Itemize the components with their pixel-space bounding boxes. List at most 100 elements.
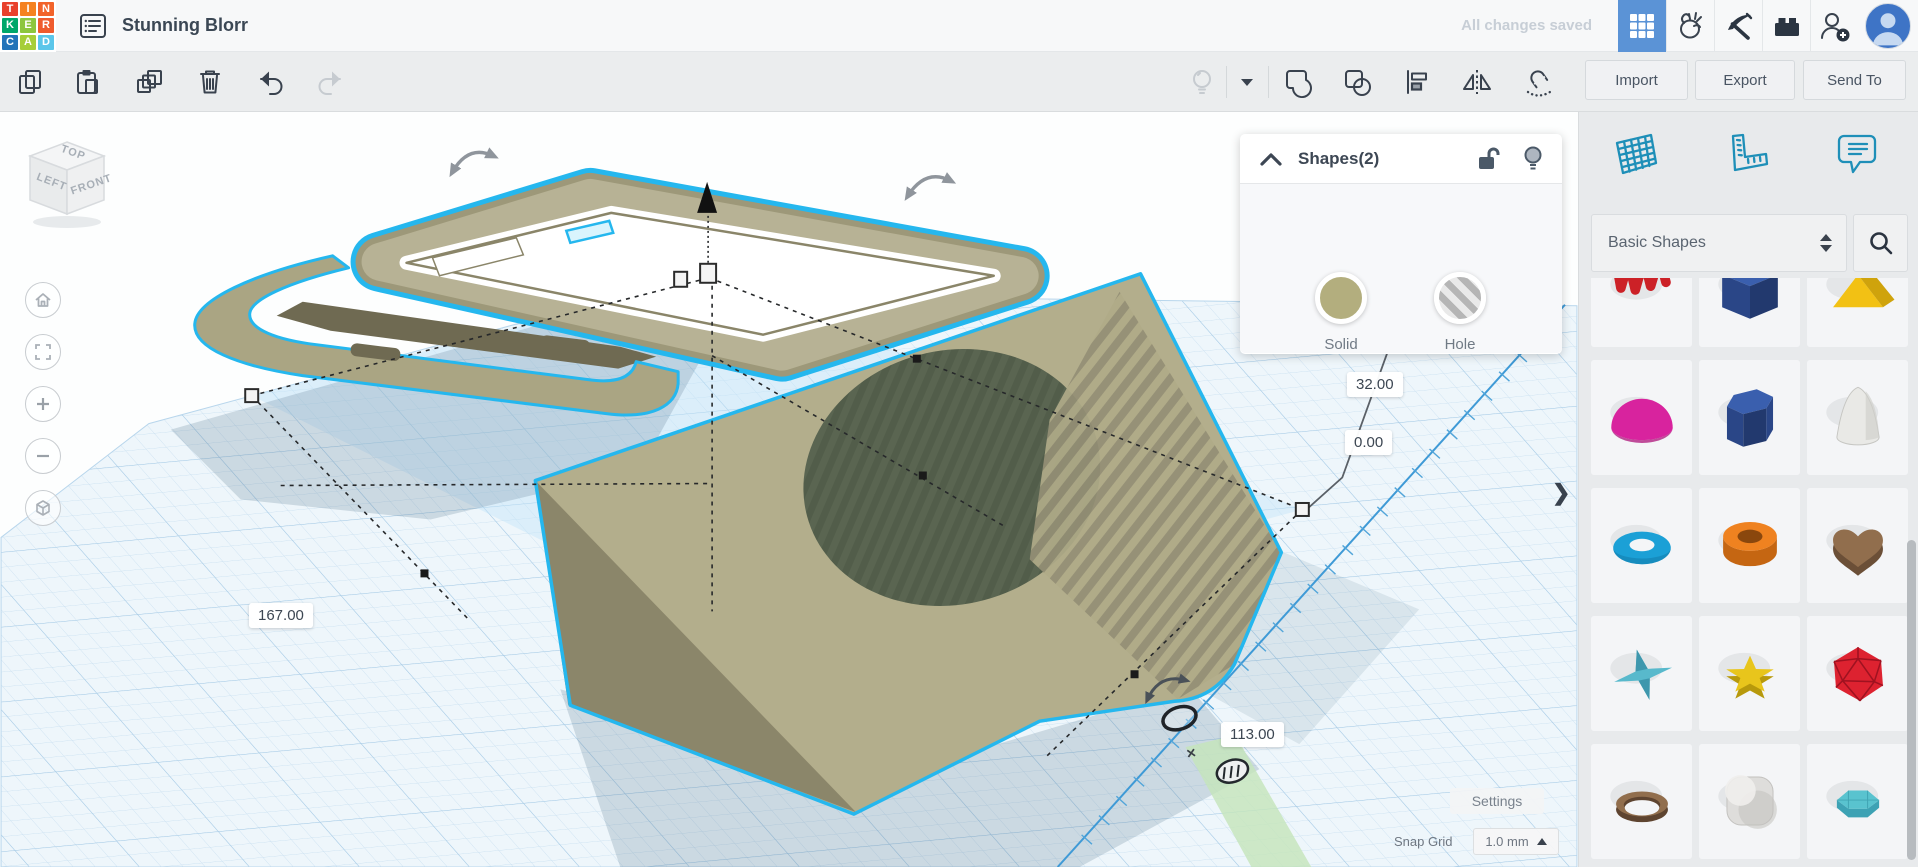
half-sphere-icon bbox=[1594, 370, 1690, 466]
duplicate-button[interactable] bbox=[128, 52, 172, 112]
header: TINKERCAD Stunning Blorr All changes sav… bbox=[0, 0, 1918, 52]
shape-gallery bbox=[1591, 278, 1908, 867]
design-properties-button[interactable] bbox=[70, 0, 116, 52]
star-four-icon bbox=[1594, 626, 1690, 722]
workplane-icon bbox=[1610, 130, 1662, 180]
shape-thumbnail-tube[interactable] bbox=[1699, 488, 1800, 603]
search-shapes-button[interactable] bbox=[1853, 214, 1908, 272]
select-arrows-icon bbox=[1820, 234, 1832, 252]
shape-category-select[interactable]: Basic Shapes bbox=[1591, 214, 1847, 272]
scribble-icon bbox=[1594, 278, 1690, 338]
search-icon bbox=[1868, 230, 1894, 256]
shape-thumbnail-star-four[interactable] bbox=[1591, 616, 1692, 731]
heart-icon bbox=[1810, 498, 1906, 594]
undo-button[interactable] bbox=[249, 52, 293, 112]
workplane-tool[interactable] bbox=[1605, 124, 1667, 186]
notes-icon bbox=[1830, 130, 1882, 180]
shape-thumbnail-heart[interactable] bbox=[1807, 488, 1908, 603]
torus-icon bbox=[1594, 498, 1690, 594]
lightbulb-icon bbox=[1526, 147, 1541, 162]
shape-thumbnail-roof[interactable] bbox=[1807, 278, 1908, 347]
shape-thumbnail-torus[interactable] bbox=[1591, 488, 1692, 603]
hide-button[interactable] bbox=[1522, 145, 1544, 173]
shape-thumbnail-paraboloid[interactable] bbox=[1807, 360, 1908, 475]
home-icon bbox=[36, 294, 50, 306]
tube-icon bbox=[1702, 498, 1798, 594]
zoom-in-button[interactable] bbox=[25, 386, 61, 422]
avatar bbox=[1865, 3, 1911, 49]
notes-tool[interactable] bbox=[1825, 124, 1887, 186]
toolbar: Import Export Send To bbox=[0, 52, 1918, 112]
shape-thumbnail-dice[interactable] bbox=[1699, 744, 1800, 859]
shape-thumbnail-star[interactable] bbox=[1699, 616, 1800, 731]
gem-icon bbox=[1810, 754, 1906, 850]
sidebar-scrollbar[interactable] bbox=[1907, 540, 1916, 860]
view-cube[interactable]: TOP LEFT FRONT bbox=[12, 134, 122, 234]
grid-settings-button[interactable]: Settings bbox=[1450, 788, 1544, 814]
export-button[interactable]: Export bbox=[1695, 60, 1795, 100]
profile-menu[interactable] bbox=[1858, 0, 1918, 52]
collapse-panel-button[interactable] bbox=[1258, 150, 1284, 168]
show-all-button[interactable] bbox=[1180, 52, 1224, 112]
add-person-button[interactable] bbox=[1810, 0, 1858, 52]
paraboloid-icon bbox=[1810, 370, 1906, 466]
logo-tile: K bbox=[2, 18, 18, 33]
mode-blocks-button[interactable] bbox=[1714, 0, 1762, 52]
logo-tile: D bbox=[38, 35, 54, 50]
send-to-button[interactable]: Send To bbox=[1803, 60, 1906, 100]
shape-thumbnail-box[interactable] bbox=[1699, 278, 1800, 347]
logo-tile: A bbox=[20, 35, 36, 50]
group-button[interactable] bbox=[1276, 52, 1320, 112]
ortho-cube-icon bbox=[37, 501, 49, 515]
width-dimension-field[interactable]: 167.00 bbox=[249, 603, 313, 628]
shapes-panel-body: Solid Hole bbox=[1240, 184, 1562, 353]
mode-3d-design-button[interactable] bbox=[1618, 0, 1666, 52]
perspective-toggle-button[interactable] bbox=[25, 490, 61, 526]
plus-icon bbox=[37, 398, 49, 410]
tinkercad-logo[interactable]: TINKERCAD bbox=[0, 0, 56, 52]
depth-dimension-field[interactable]: 113.00 bbox=[1221, 722, 1284, 747]
lock-button[interactable] bbox=[1476, 146, 1500, 172]
icosahedron-icon bbox=[1810, 626, 1906, 722]
shape-thumbnail-polygon[interactable] bbox=[1699, 360, 1800, 475]
grid-icon bbox=[1629, 13, 1655, 39]
snap-button[interactable] bbox=[1516, 52, 1560, 112]
document-title[interactable]: Stunning Blorr bbox=[122, 15, 248, 36]
design-properties-icon bbox=[78, 12, 108, 40]
mode-sim-lab-button[interactable] bbox=[1666, 0, 1714, 52]
ruler-tool[interactable] bbox=[1715, 124, 1777, 186]
copy-button[interactable] bbox=[8, 52, 52, 112]
shapes-inspector-panel: Shapes(2) Solid Hole bbox=[1240, 134, 1562, 354]
elevation-dimension-field[interactable]: 0.00 bbox=[1345, 430, 1392, 455]
shape-thumbnail-ring[interactable] bbox=[1591, 744, 1692, 859]
shape-thumbnail-gem[interactable] bbox=[1807, 744, 1908, 859]
shape-thumbnail-scribble[interactable] bbox=[1591, 278, 1692, 347]
hole-swatch[interactable] bbox=[1434, 272, 1486, 324]
viewport-3d[interactable]: × TOP LEFT FRONT bbox=[0, 112, 1578, 867]
polygon-icon bbox=[1702, 370, 1798, 466]
snap-grid-label: Snap Grid bbox=[1394, 834, 1453, 849]
dice-icon bbox=[1702, 754, 1798, 850]
collapse-sidebar-button[interactable]: ❯ bbox=[1552, 480, 1570, 506]
shape-thumbnail-icosahedron[interactable] bbox=[1807, 616, 1908, 731]
height-dimension-field[interactable]: 32.00 bbox=[1347, 372, 1403, 397]
solid-swatch[interactable] bbox=[1315, 272, 1367, 324]
logo-tile: R bbox=[38, 18, 54, 33]
fit-view-button[interactable] bbox=[25, 334, 61, 370]
import-button[interactable]: Import bbox=[1585, 60, 1688, 100]
delete-button[interactable] bbox=[188, 52, 232, 112]
mode-bricks-button[interactable] bbox=[1762, 0, 1810, 52]
mirror-button[interactable] bbox=[1455, 52, 1499, 112]
shape-thumbnail-half-sphere[interactable] bbox=[1591, 360, 1692, 475]
align-button[interactable] bbox=[1395, 52, 1439, 112]
home-view-button[interactable] bbox=[25, 282, 61, 318]
tinkercad-app: TINKERCAD Stunning Blorr All changes sav… bbox=[0, 0, 1918, 868]
zoom-out-button[interactable] bbox=[25, 438, 61, 474]
box-icon bbox=[1702, 278, 1798, 338]
snap-grid-select[interactable]: 1.0 mm bbox=[1473, 828, 1559, 855]
paste-button[interactable] bbox=[66, 52, 110, 112]
redo-button[interactable] bbox=[308, 52, 352, 112]
show-all-menu-button[interactable] bbox=[1227, 52, 1267, 112]
ungroup-button[interactable] bbox=[1335, 52, 1379, 112]
snap-hand-icon bbox=[1675, 10, 1707, 42]
